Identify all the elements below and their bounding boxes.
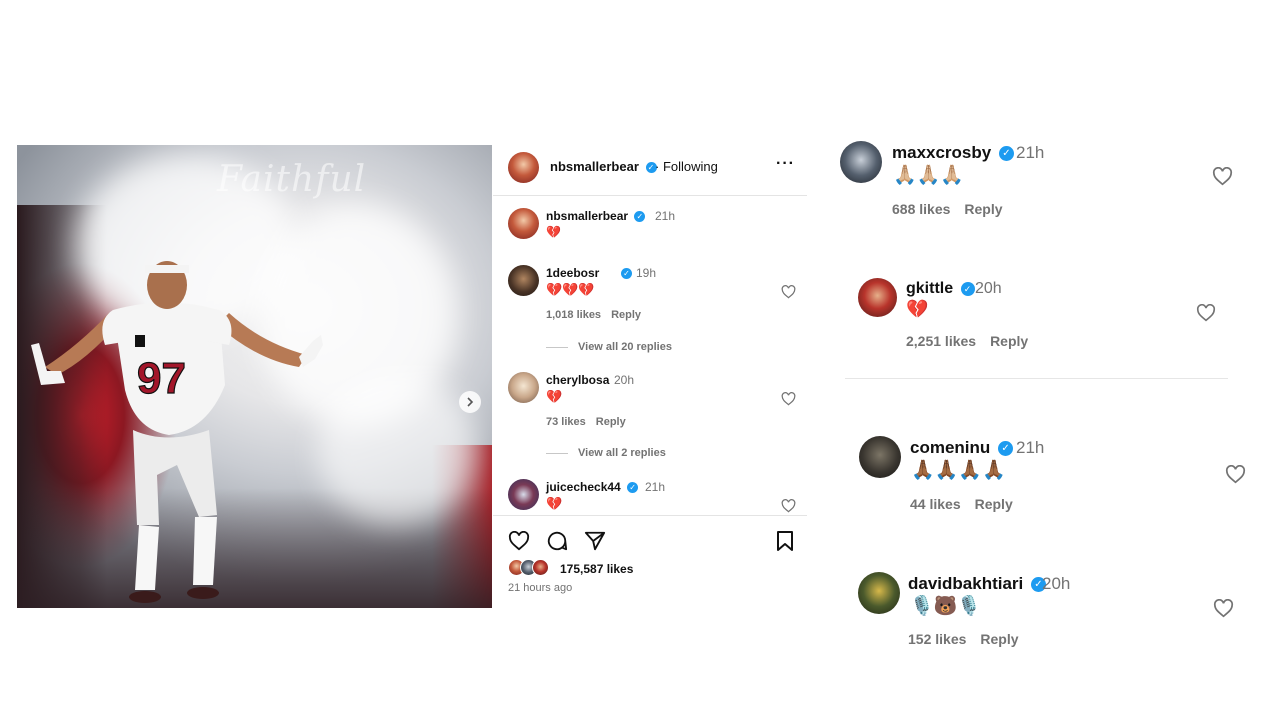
comment-author[interactable]: davidbakhtiari ✓ <box>908 574 1046 594</box>
comment-likes[interactable]: 44 likes <box>910 496 961 512</box>
comment-time: 21h <box>1016 438 1045 457</box>
comment-likes[interactable]: 1,018 likes <box>546 309 601 321</box>
avatar[interactable] <box>858 572 900 614</box>
reply-button[interactable]: Reply <box>964 201 1002 217</box>
username[interactable]: gkittle <box>906 280 953 297</box>
reply-button[interactable]: Reply <box>975 496 1013 512</box>
comment-author[interactable]: 1deebosr <box>546 266 599 280</box>
avatar[interactable] <box>858 278 897 317</box>
heart-outline-icon[interactable] <box>508 531 530 551</box>
cropped-view-replies: · · · · · · · · · · <box>935 241 1019 247</box>
comment-bubble-icon[interactable] <box>546 530 568 552</box>
caption-text: 💔 <box>546 225 561 239</box>
comment-meta: 73 likes Reply <box>546 416 626 428</box>
comment-likes[interactable]: 688 likes <box>892 201 950 217</box>
verified-badge-icon: ✓ <box>627 482 639 494</box>
follow-status[interactable]: · Following <box>655 159 718 174</box>
avatar[interactable] <box>859 436 901 478</box>
comment-likes[interactable]: 152 likes <box>908 631 966 647</box>
heart-outline-icon[interactable] <box>781 499 796 513</box>
reply-button[interactable]: Reply <box>990 333 1028 349</box>
comment-meta: 152 likes Reply <box>908 631 1019 647</box>
avatar[interactable] <box>508 208 539 239</box>
avatar[interactable] <box>840 141 882 183</box>
comment-panel: nbsmallerbear ✓ · Following ··· nbsmalle… <box>493 145 807 608</box>
avatar[interactable] <box>508 372 539 403</box>
avatar[interactable] <box>508 265 539 296</box>
comment-author[interactable]: gkittle ✓ <box>906 280 975 298</box>
comment-time: ✓ 19h <box>621 266 656 280</box>
heart-outline-icon[interactable] <box>1225 465 1246 484</box>
time-label: 19h <box>636 266 657 280</box>
heart-outline-icon[interactable] <box>1196 304 1216 322</box>
username[interactable]: comeninu <box>910 438 990 457</box>
football-player-figure: 97 <box>31 261 323 603</box>
comment-author[interactable]: comeninu ✓ <box>910 438 1014 458</box>
post-author[interactable]: nbsmallerbear ✓ <box>550 159 657 174</box>
caption-author[interactable]: nbsmallerbear ✓ <box>546 209 646 223</box>
paper-plane-icon[interactable] <box>584 530 606 552</box>
comment-meta: 688 likes Reply <box>892 201 1003 217</box>
comment-author[interactable]: cherylbosa <box>546 373 609 387</box>
comment-author[interactable]: maxxcrosby ✓ <box>892 143 1014 163</box>
reply-button[interactable]: Reply <box>980 631 1018 647</box>
comment-time: 21h <box>645 480 666 494</box>
heart-outline-icon[interactable] <box>1213 599 1234 618</box>
post-header: nbsmallerbear ✓ · Following ··· <box>493 145 807 196</box>
liker-avatar <box>532 559 549 576</box>
comment-time: 20h <box>975 280 1002 297</box>
username[interactable]: nbsmallerbear <box>550 159 639 174</box>
comment-meta: 2,251 likes Reply <box>906 333 1028 349</box>
verified-badge-icon: ✓ <box>960 281 975 296</box>
comment-likes[interactable]: 2,251 likes <box>906 333 976 349</box>
verified-badge-icon: ✓ <box>998 441 1014 457</box>
bookmark-icon[interactable] <box>776 530 794 552</box>
post-like-count[interactable]: 175,587 likes <box>560 562 633 576</box>
chevron-right-icon <box>467 397 474 407</box>
comment-time: 20h <box>614 373 635 387</box>
reply-button[interactable]: Reply <box>611 309 641 321</box>
caption-time: 21h <box>655 209 676 223</box>
post-timestamp: 21 hours ago <box>508 582 573 594</box>
carousel-next-button[interactable] <box>459 391 481 413</box>
comment-meta: 1,018 likes Reply <box>546 309 641 321</box>
username[interactable]: davidbakhtiari <box>908 574 1023 593</box>
comment-text: 🙏🏼🙏🏼🙏🏼 <box>893 165 964 186</box>
heart-outline-icon[interactable] <box>1212 167 1233 186</box>
comment-likes[interactable]: 73 likes <box>546 416 586 428</box>
comment-text: 💔 <box>546 496 563 511</box>
view-replies-link[interactable]: View all 20 replies <box>546 341 672 353</box>
username[interactable]: nbsmallerbear <box>546 209 628 223</box>
post-action-bar: 175,587 likes 21 hours ago <box>493 515 807 608</box>
comment-text: 🎙️🐻🎙️ <box>910 596 981 617</box>
comment-text: 💔 <box>546 389 563 404</box>
comment-meta: 44 likes Reply <box>910 496 1013 512</box>
comment-time: 21h <box>1016 143 1045 162</box>
comment-text: 💔💔💔 <box>546 282 595 297</box>
comment-time: 20h <box>1042 574 1071 593</box>
reply-button[interactable]: Reply <box>596 416 626 428</box>
verified-badge-icon: ✓ <box>998 146 1014 162</box>
heart-outline-icon[interactable] <box>781 285 796 299</box>
username[interactable]: juicecheck44 <box>546 480 621 494</box>
divider <box>845 378 1228 379</box>
avatar[interactable] <box>508 479 539 510</box>
username[interactable]: maxxcrosby <box>892 143 991 162</box>
heart-outline-icon[interactable] <box>781 392 796 406</box>
post-photo: Faithful 97 <box>17 145 492 608</box>
avatar[interactable] <box>508 152 539 183</box>
comment-text: 🙏🏾🙏🏾🙏🏾🙏🏾 <box>911 460 1006 481</box>
svg-text:97: 97 <box>137 354 186 403</box>
view-replies-link[interactable]: View all 2 replies <box>546 447 666 459</box>
verified-badge-icon: ✓ <box>621 268 632 280</box>
comment-author[interactable]: juicecheck44 ✓ <box>546 480 639 494</box>
comment-text: 💔 <box>906 299 929 319</box>
verified-badge-icon: ✓ <box>634 211 646 223</box>
more-options-button[interactable]: ··· <box>776 155 795 173</box>
